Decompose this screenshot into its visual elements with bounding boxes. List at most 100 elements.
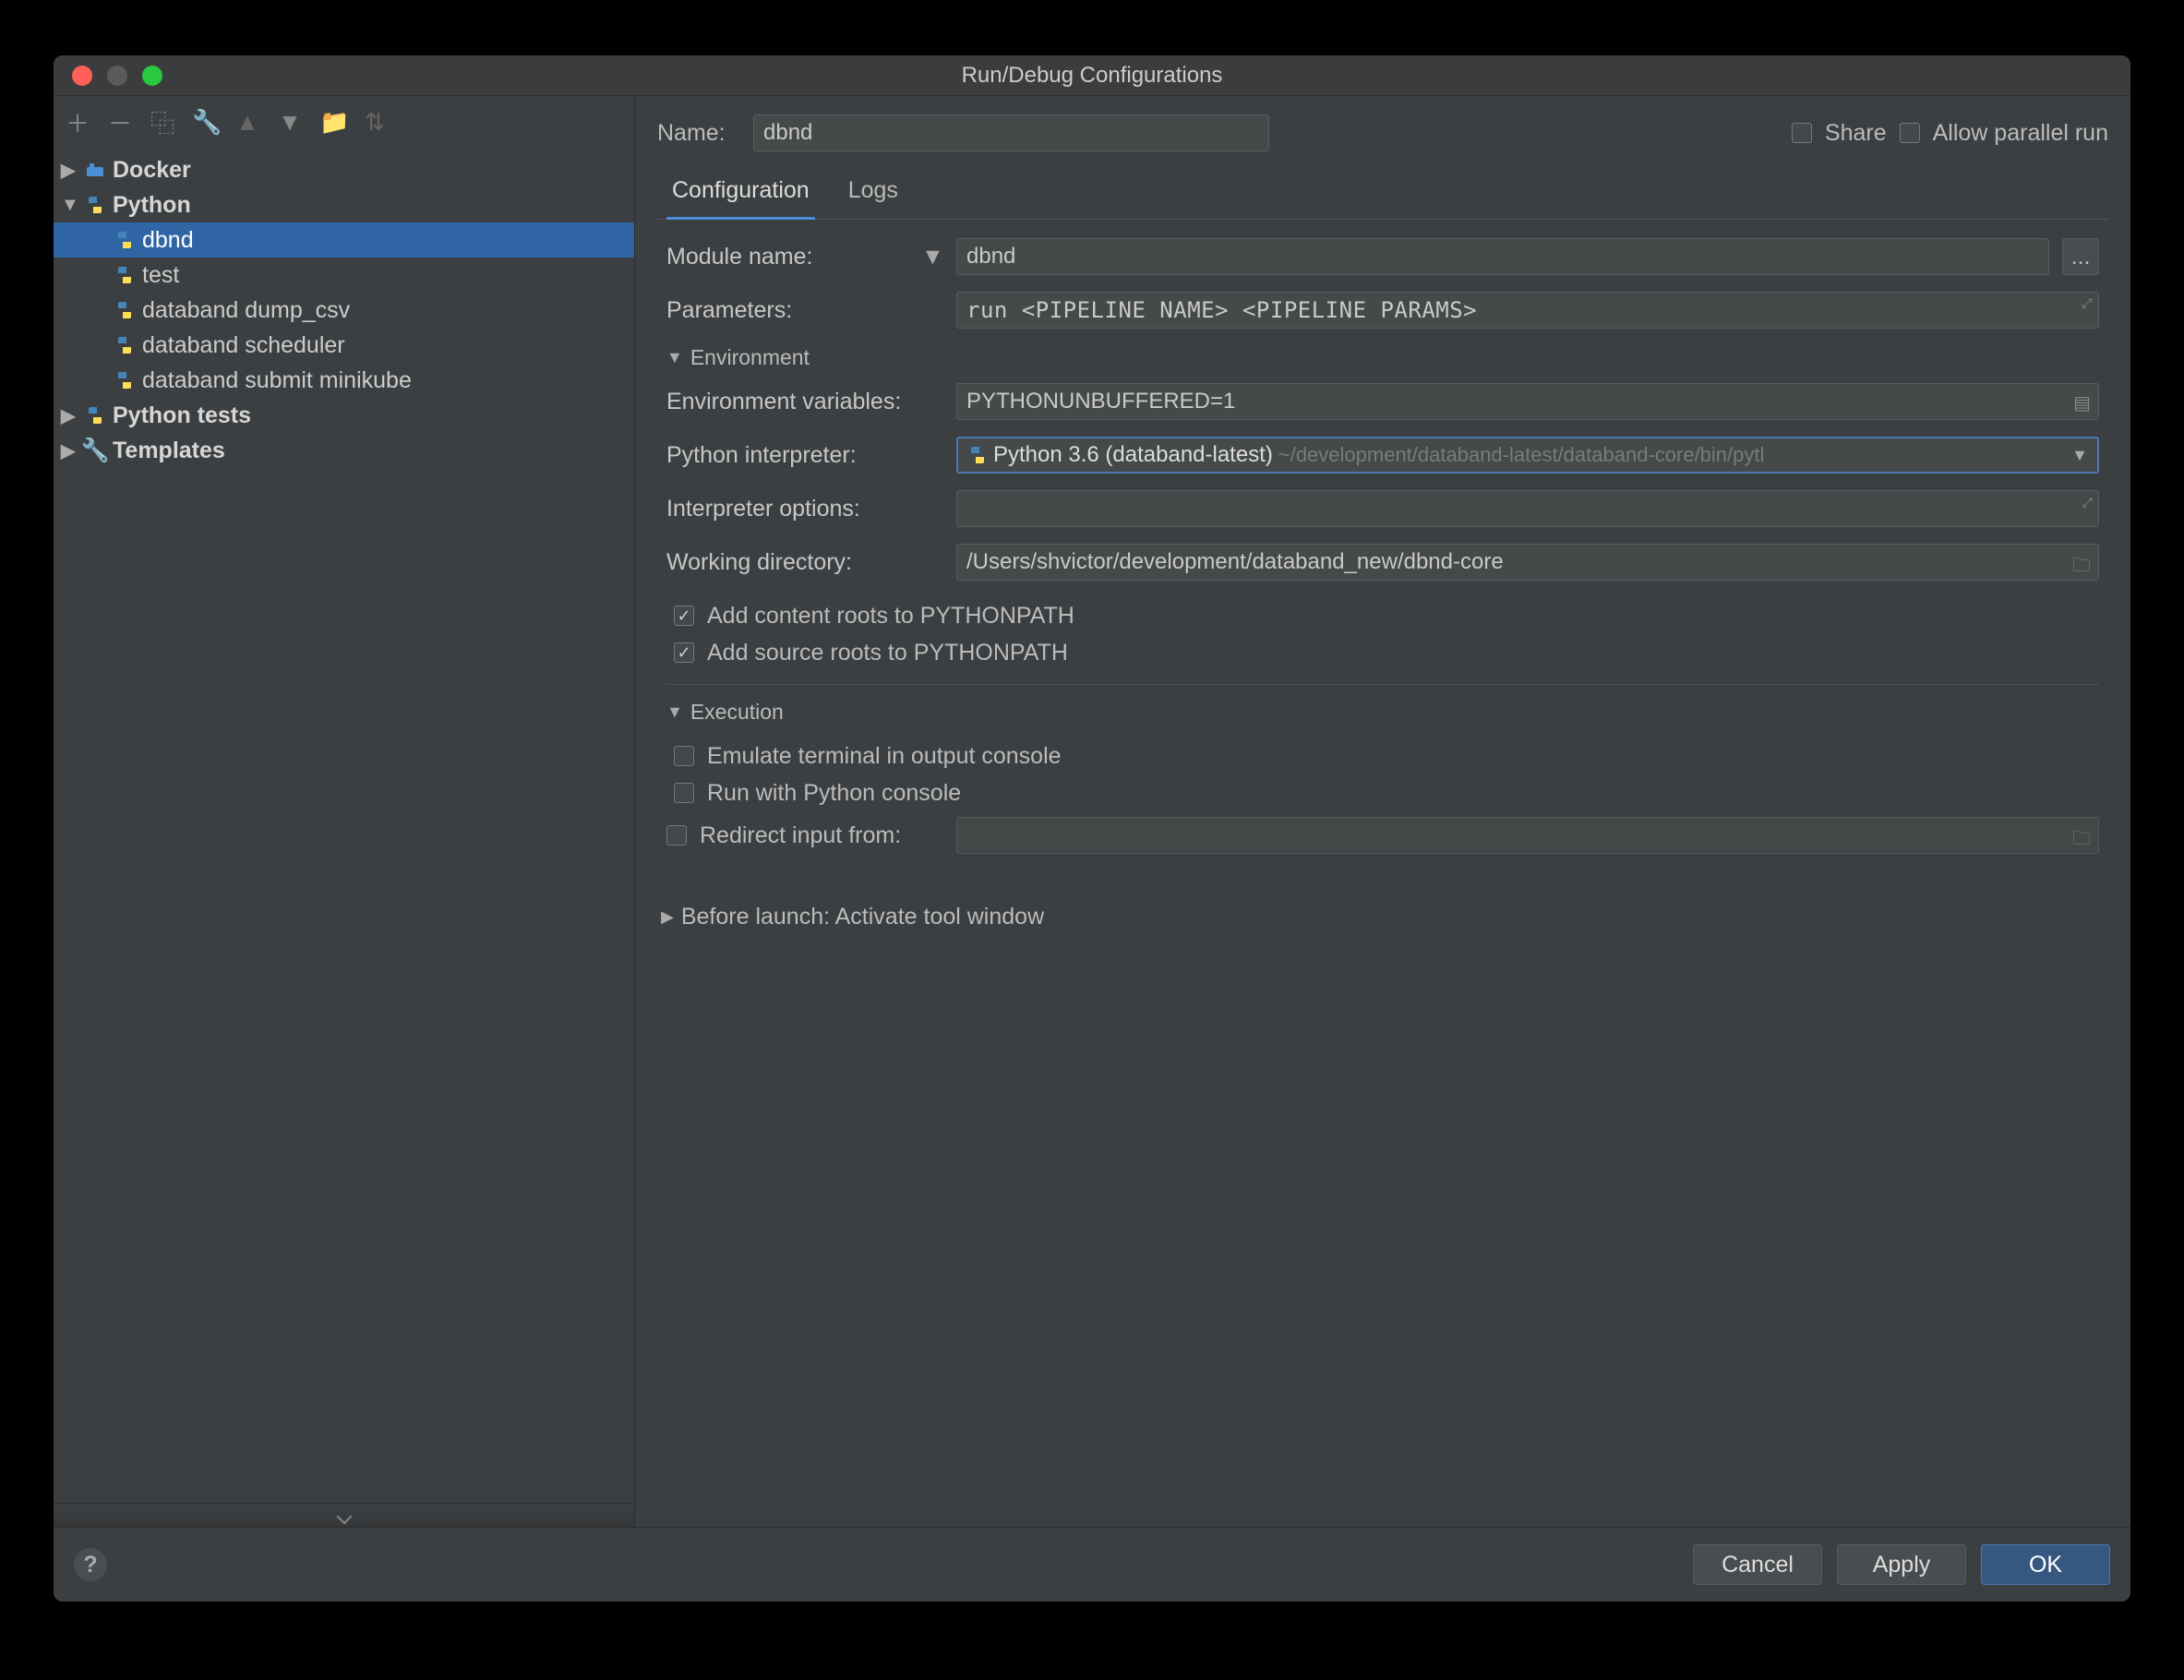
interpreter-name: Python 3.6 (databand-latest) [993,442,1273,468]
chevron-down-icon[interactable]: ▼ [921,244,943,270]
add-source-roots-label: Add source roots to PYTHONPATH [707,640,1068,666]
python-icon [85,195,105,215]
execution-section-header[interactable]: ▼ Execution [666,700,2099,725]
scroll-hint[interactable] [54,1503,634,1527]
run-with-console-checkbox[interactable] [674,783,694,803]
interp-options-label: Interpreter options: [666,496,943,522]
add-content-roots-label: Add content roots to PYTHONPATH [707,603,1074,630]
tree-label: Templates [113,438,225,464]
add-source-roots-checkbox[interactable] [674,642,694,663]
redirect-input-path[interactable]: 🗀 [956,817,2099,854]
more-button[interactable]: ... [2062,238,2099,275]
python-icon [114,230,135,250]
parameters-label: Parameters: [666,297,943,324]
share-checkbox-row[interactable]: Share [1792,114,1887,151]
wrench-icon: 🔧 [85,440,105,461]
tree-label: Python [113,192,191,219]
parameters-input[interactable]: run <PIPELINE NAME> <PIPELINE PARAMS> ⤢ [956,292,2099,329]
chevron-right-icon: ▶ [61,404,78,427]
name-row: Name: dbnd Share Allow parallel run [657,114,2108,151]
tree-node-python-tests[interactable]: ▶ Python tests [54,398,634,433]
tree-label: Docker [113,157,191,184]
share-label: Share [1825,120,1887,147]
chevron-down-icon: ▼ [666,702,683,722]
workdir-value: /Users/shvictor/development/databand_new… [966,549,1504,575]
interpreter-label: Python interpreter: [666,442,943,469]
python-icon [114,370,135,390]
tree-item-scheduler[interactable]: databand scheduler [54,328,634,363]
before-launch-label: Before launch: Activate tool window [681,904,1044,930]
parameters-value: run <PIPELINE NAME> <PIPELINE PARAMS> [966,297,1477,323]
module-name-input[interactable]: dbnd [956,238,2049,275]
before-launch-section[interactable]: ▶ Before launch: Activate tool window [657,904,2108,930]
edit-defaults-button[interactable]: 🔧 [192,108,218,137]
list-icon[interactable]: ▤ [2073,391,2091,414]
dialog-footer: ? Cancel Apply OK [54,1527,2130,1602]
tree-item-dbnd[interactable]: dbnd [54,222,634,258]
chevron-right-icon: ▶ [661,907,674,927]
envvars-value: PYTHONUNBUFFERED=1 [966,389,1235,414]
folder-icon[interactable]: 🗀 [2072,552,2091,583]
chevron-right-icon: ▶ [61,439,78,462]
docker-icon [85,160,105,180]
redirect-input-checkbox[interactable] [666,825,687,846]
allow-parallel-row[interactable]: Allow parallel run [1900,114,2108,151]
workdir-input[interactable]: /Users/shvictor/development/databand_new… [956,544,2099,581]
add-content-roots-row[interactable]: Add content roots to PYTHONPATH [666,597,2099,634]
tree-item-test[interactable]: test [54,258,634,293]
tree-node-docker[interactable]: ▶ Docker [54,152,634,187]
config-tree[interactable]: ▶ Docker ▼ Python d [54,149,634,1503]
expand-icon[interactable]: ⤢ [2082,296,2093,311]
configuration-tab-content: Module name: ▼ dbnd ... Parameters: run … [657,238,2108,870]
move-up-button[interactable]: ▲ [234,108,260,137]
add-source-roots-row[interactable]: Add source roots to PYTHONPATH [666,634,2099,671]
sort-button[interactable]: ⇅ [362,108,388,137]
environment-section-header[interactable]: ▼ Environment [666,345,2099,370]
module-name-label: Module name: [666,244,812,270]
run-with-console-row[interactable]: Run with Python console [666,774,2099,811]
apply-button[interactable]: Apply [1837,1544,1966,1585]
envvars-input[interactable]: PYTHONUNBUFFERED=1 ▤ [956,383,2099,420]
tab-logs[interactable]: Logs [843,168,904,219]
copy-config-button[interactable]: ⿻ [150,105,175,139]
add-config-button[interactable]: ＋ [65,105,90,139]
module-value: dbnd [966,244,1015,270]
python-icon [967,445,988,465]
tree-label: Python tests [113,402,251,429]
name-input[interactable]: dbnd [753,114,1269,151]
environment-label: Environment [690,345,810,370]
emulate-terminal-checkbox[interactable] [674,746,694,766]
add-content-roots-checkbox[interactable] [674,606,694,626]
folder-button[interactable]: 📁 [319,108,345,137]
tree-node-templates[interactable]: ▶ 🔧 Templates [54,433,634,468]
tree-item-dump-csv[interactable]: databand dump_csv [54,293,634,328]
ok-button[interactable]: OK [1981,1544,2110,1585]
window-titlebar: Run/Debug Configurations [54,55,2130,96]
configurations-sidebar: ＋ － ⿻ 🔧 ▲ ▼ 📁 ⇅ ▶ Docker ▼ [54,96,635,1527]
interpreter-dropdown[interactable]: Python 3.6 (databand-latest) ~/developme… [956,437,2099,474]
tree-label: databand scheduler [142,332,345,359]
dialog-window: Run/Debug Configurations ＋ － ⿻ 🔧 ▲ ▼ 📁 ⇅… [54,55,2130,1602]
share-checkbox[interactable] [1792,123,1812,143]
allow-parallel-checkbox[interactable] [1900,123,1920,143]
folder-icon[interactable]: 🗀 [2072,825,2091,857]
name-label: Name: [657,120,740,147]
chevron-right-icon: ▶ [61,159,78,182]
main-panel: Name: dbnd Share Allow parallel run Conf… [635,96,2130,1527]
tree-node-python[interactable]: ▼ Python [54,187,634,222]
chevron-down-icon: ▼ [61,195,78,216]
expand-icon[interactable]: ⤢ [2082,495,2093,510]
move-down-button[interactable]: ▼ [277,108,303,137]
redirect-input-label: Redirect input from: [700,822,901,849]
tabs: Configuration Logs [657,168,2108,220]
interp-options-input[interactable]: ⤢ [956,490,2099,527]
interpreter-path: ~/development/databand-latest/databand-c… [1278,443,1765,467]
help-button[interactable]: ? [74,1548,107,1581]
workdir-label: Working directory: [666,549,943,576]
remove-config-button[interactable]: － [107,105,133,139]
tree-item-minikube[interactable]: databand submit minikube [54,363,634,398]
tree-label: databand submit minikube [142,367,412,394]
emulate-terminal-row[interactable]: Emulate terminal in output console [666,738,2099,774]
tab-configuration[interactable]: Configuration [666,168,815,220]
cancel-button[interactable]: Cancel [1693,1544,1822,1585]
